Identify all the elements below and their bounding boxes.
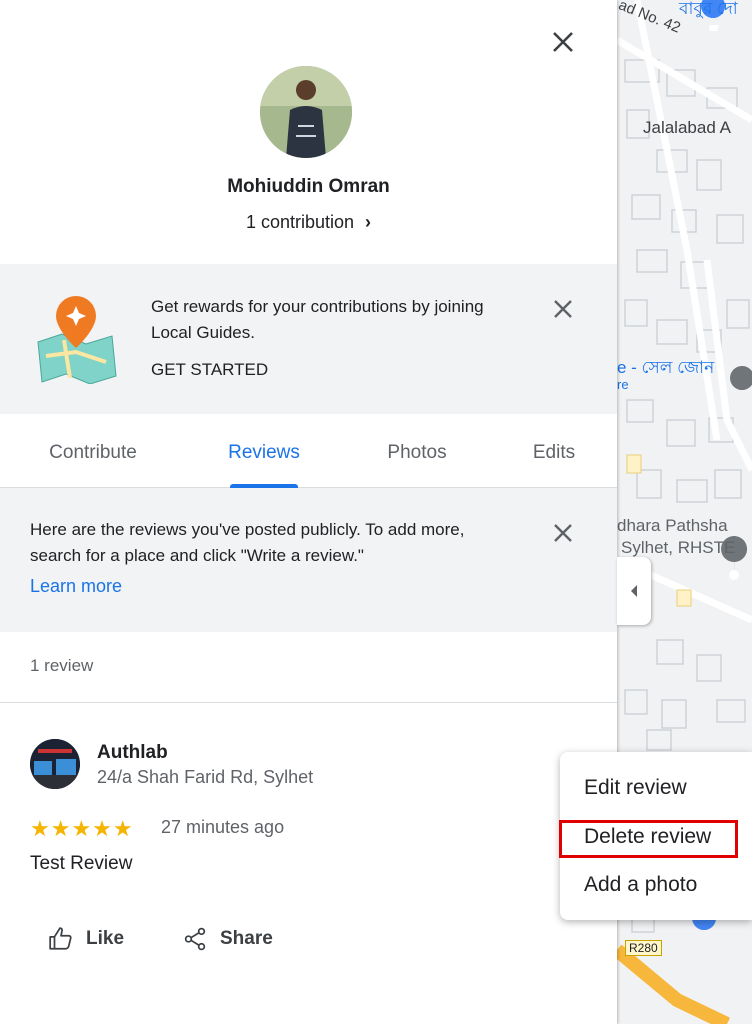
learn-more-link[interactable]: Learn more xyxy=(30,576,122,597)
chevron-right-icon: › xyxy=(365,212,372,232)
contributions-label: 1 contribution xyxy=(245,212,355,232)
close-icon xyxy=(554,300,572,318)
tab-reviews[interactable]: Reviews xyxy=(200,415,328,487)
tab-edits[interactable]: Edits xyxy=(508,415,600,487)
review-timestamp: 27 minutes ago xyxy=(161,817,285,837)
map-label: Sylhet, RHSTE xyxy=(621,538,736,557)
place-name[interactable]: Authlab xyxy=(97,742,168,764)
share-icon xyxy=(184,927,206,951)
review-text: Test Review xyxy=(30,853,133,874)
map-label: re xyxy=(617,377,629,392)
local-guides-text: Get rewards for your contributions by jo… xyxy=(151,297,484,342)
place-photo xyxy=(30,739,80,789)
close-icon xyxy=(553,32,573,52)
close-panel-button[interactable] xyxy=(550,29,576,55)
place-address: 24/a Shah Farid Rd, Sylhet xyxy=(97,767,314,787)
contributions-link[interactable]: 1 contribution › xyxy=(0,212,617,233)
like-label: Like xyxy=(86,928,125,949)
thumbs-up-icon xyxy=(49,927,72,950)
menu-item-add-photo[interactable]: Add a photo xyxy=(584,873,697,897)
profile-avatar[interactable] xyxy=(260,66,352,158)
place-thumbnail[interactable] xyxy=(30,739,80,789)
reviews-info-text: Here are the reviews you've posted publi… xyxy=(30,520,465,565)
road-shield: R280 xyxy=(625,940,662,956)
dismiss-banner-button[interactable] xyxy=(550,296,576,322)
like-button[interactable]: Like xyxy=(48,922,124,956)
collapse-panel-button[interactable] xyxy=(617,557,651,625)
tab-photos[interactable]: Photos xyxy=(362,415,472,487)
review-count: 1 review xyxy=(30,656,94,675)
contributions-panel: Mohiuddin Omran 1 contribution › Get rew… xyxy=(0,0,617,1024)
get-started-button[interactable]: GET STARTED xyxy=(151,360,268,380)
profile-name: Mohiuddin Omran xyxy=(227,176,390,197)
map-label: বাবুর দো xyxy=(679,0,738,18)
map-label: e - সেল জোন xyxy=(617,358,715,377)
dismiss-info-button[interactable] xyxy=(550,520,576,546)
close-icon xyxy=(554,524,572,542)
tab-bar: Contribute Reviews Photos Edits xyxy=(0,415,617,488)
tab-contribute[interactable]: Contribute xyxy=(22,415,164,487)
share-button[interactable]: Share xyxy=(182,922,273,956)
caret-left-icon xyxy=(631,585,637,597)
menu-item-edit-review[interactable]: Edit review xyxy=(584,776,687,800)
local-guides-map-icon xyxy=(36,296,118,389)
map-label: dhara Pathsha xyxy=(617,516,728,535)
divider xyxy=(0,702,617,703)
map-label: Jalalabad A xyxy=(643,118,731,137)
highlight-outline xyxy=(559,820,738,858)
share-label: Share xyxy=(220,928,273,949)
star-rating: ★★★★★ xyxy=(30,816,134,841)
avatar-image xyxy=(260,66,352,158)
